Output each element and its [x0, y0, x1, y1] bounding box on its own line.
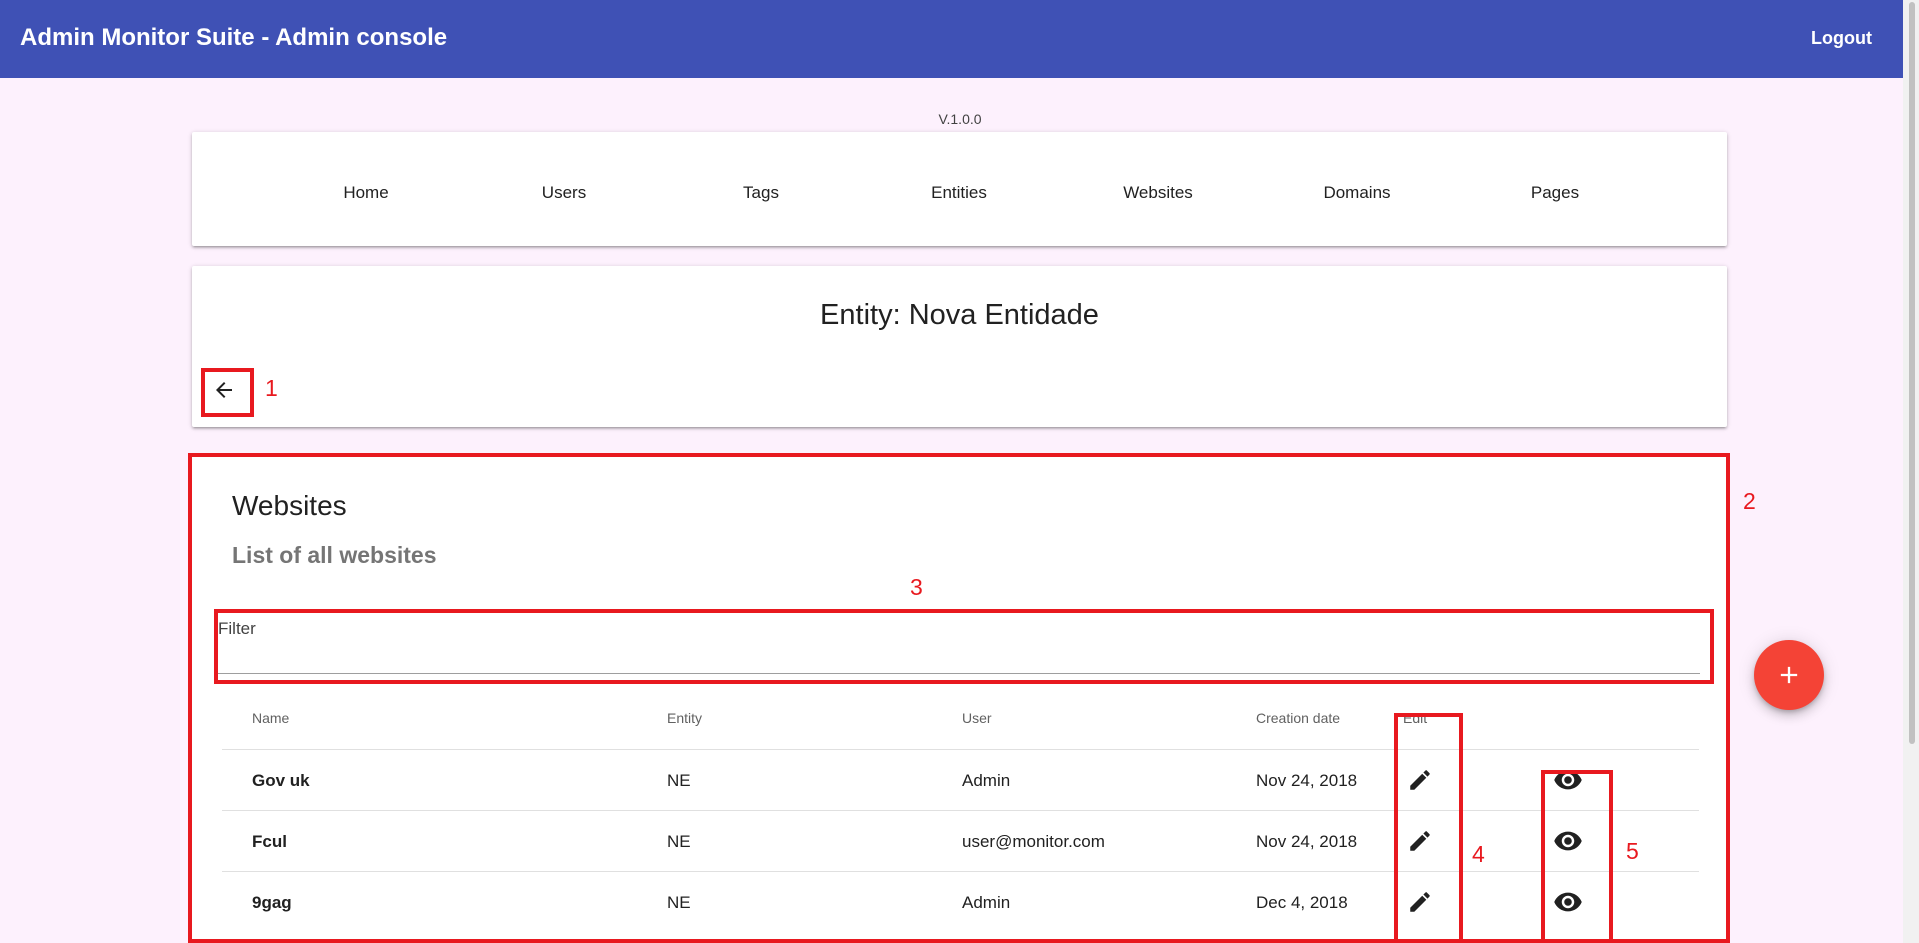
entity-title: Entity: Nova Entidade: [820, 299, 1099, 331]
version-label: V.1.0.0: [938, 111, 982, 127]
entity-card: Entity: Nova Entidade: [192, 266, 1727, 427]
nav-card: Home Users Tags Entities Websites Domain…: [192, 132, 1727, 246]
scrollbar-thumb[interactable]: [1909, 2, 1915, 744]
annotation-box-2: [188, 453, 1730, 943]
annotation-box-3: [214, 609, 1714, 684]
plus-icon: [1780, 666, 1798, 684]
add-website-button[interactable]: [1754, 640, 1824, 710]
annotation-label-4: 4: [1472, 841, 1485, 867]
annotation-label-3: 3: [910, 574, 923, 600]
nav-item-domains[interactable]: Domains: [1277, 183, 1437, 203]
nav-item-websites[interactable]: Websites: [1078, 183, 1238, 203]
annotation-label-2: 2: [1743, 488, 1756, 514]
logout-button[interactable]: Logout: [1811, 28, 1872, 49]
nav-item-pages[interactable]: Pages: [1475, 183, 1635, 203]
annotation-box-5: [1541, 770, 1613, 943]
nav-item-entities[interactable]: Entities: [879, 183, 1039, 203]
annotation-label-5: 5: [1626, 838, 1639, 864]
nav-item-users[interactable]: Users: [484, 183, 644, 203]
annotation-box-4: [1394, 713, 1463, 943]
annotation-box-1: [201, 368, 254, 417]
app-toolbar: Admin Monitor Suite - Admin console Logo…: [0, 0, 1919, 78]
nav-item-tags[interactable]: Tags: [681, 183, 841, 203]
app-title: Admin Monitor Suite - Admin console: [20, 24, 448, 51]
nav-item-home[interactable]: Home: [286, 183, 446, 203]
annotation-label-1: 1: [265, 375, 278, 401]
